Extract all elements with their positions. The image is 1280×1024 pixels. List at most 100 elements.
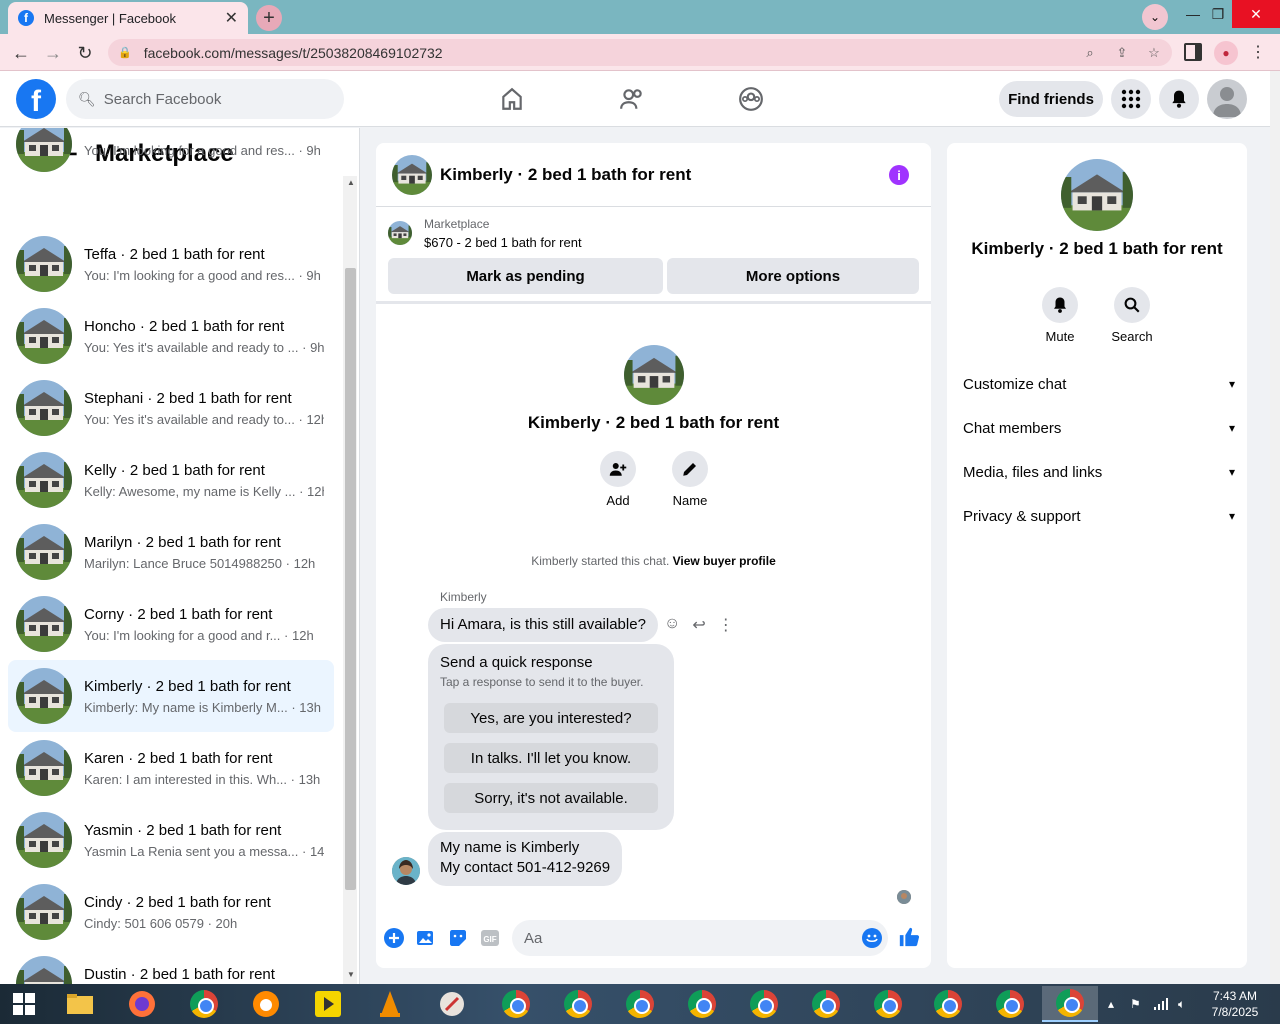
conversation-item[interactable]: You: I'm looking for a good and res... ·… xyxy=(8,128,334,200)
conversation-item[interactable]: Stephani · 2 bed 1 bath for rent You: Yes… xyxy=(8,372,334,444)
chrome-profile-2-icon[interactable] xyxy=(550,986,606,1022)
thumbs-up-icon[interactable] xyxy=(897,925,921,949)
name-chat-button[interactable]: Name xyxy=(660,451,720,508)
back-arrow-icon[interactable]: ← xyxy=(8,40,34,66)
emoji-icon[interactable] xyxy=(862,928,882,952)
file-explorer-icon[interactable] xyxy=(52,986,108,1022)
volume-icon[interactable]: 🔈︎ xyxy=(1178,984,1185,1024)
find-friends-button[interactable]: Find friends xyxy=(999,81,1103,117)
url-input[interactable]: 🔒 facebook.com/messages/t/25038208469102… xyxy=(108,39,1172,66)
groups-icon[interactable] xyxy=(735,83,767,115)
preview-sep: · xyxy=(287,699,300,715)
mark-as-pending-button[interactable]: Mark as pending xyxy=(388,258,663,294)
menu-grid-icon[interactable] xyxy=(1111,79,1151,119)
chrome-taskbar-icon[interactable] xyxy=(176,986,232,1022)
browser-tab[interactable]: f Messenger | Facebook ✕ xyxy=(8,2,248,34)
conversation-item[interactable]: Kelly · 2 bed 1 bath for rent Kelly: Awes… xyxy=(8,444,334,516)
message-bubble-contact[interactable]: My name is Kimberly My contact 501-412-9… xyxy=(428,832,623,886)
conversation-item[interactable]: Teffa · 2 bed 1 bath for rent You: I'm lo… xyxy=(8,228,334,300)
facebook-logo-icon[interactable]: f xyxy=(16,79,56,119)
add-people-button[interactable]: Add xyxy=(588,451,648,508)
account-avatar[interactable] xyxy=(1207,79,1247,119)
sticker-icon[interactable] xyxy=(447,927,469,949)
message-input[interactable]: Aa xyxy=(512,920,888,956)
more-options-button[interactable]: More options xyxy=(667,258,919,294)
browser-menu-icon[interactable]: ⋮ xyxy=(1250,42,1266,62)
quick-response-yes[interactable]: Yes, are you interested? xyxy=(444,703,658,733)
gif-icon[interactable]: GIF xyxy=(479,927,501,949)
conversation-item[interactable]: Honcho · 2 bed 1 bath for rent You: Yes i… xyxy=(8,300,334,372)
network-signal-icon[interactable] xyxy=(1154,984,1168,1024)
friends-icon[interactable] xyxy=(616,83,648,115)
chrome-profile-7-icon[interactable] xyxy=(860,986,916,1022)
listing-price[interactable]: $670 - 2 bed 1 bath for rent xyxy=(424,235,582,250)
share-icon[interactable]: ⇪ xyxy=(1110,39,1134,66)
sidebar-scroll-thumb[interactable] xyxy=(345,268,356,890)
customize-chat-section[interactable]: Customize chat ▾ xyxy=(963,364,1235,404)
chrome-profile-3-icon[interactable] xyxy=(612,986,668,1022)
zoom-icon[interactable]: ⌕ xyxy=(1078,39,1102,66)
chrome-profile-4-icon[interactable] xyxy=(674,986,730,1022)
bookmark-star-icon[interactable]: ☆ xyxy=(1142,39,1166,66)
conversation-item[interactable]: Kimberly · 2 bed 1 bath for rent Kimberly… xyxy=(8,660,334,732)
quick-response-not-available[interactable]: Sorry, it's not available. xyxy=(444,783,658,813)
quick-response-in-talks[interactable]: In talks. I'll let you know. xyxy=(444,743,658,773)
action-center-flag-icon[interactable]: ⚑ xyxy=(1130,984,1141,1024)
preview-time: 13h xyxy=(299,699,321,715)
conversation-item[interactable]: Karen · 2 bed 1 bath for rent Karen: I am… xyxy=(8,732,334,804)
preview-text: You: I'm looking for a good and r... xyxy=(84,627,281,643)
conversation-item[interactable]: Corny · 2 bed 1 bath for rent You: I'm lo… xyxy=(8,588,334,660)
plus-circle-icon[interactable] xyxy=(383,927,405,949)
profile-icon[interactable]: ● xyxy=(1214,41,1238,65)
restore-button[interactable]: ❐ xyxy=(1200,0,1236,28)
media-files-links-section[interactable]: Media, files and links ▾ xyxy=(963,452,1235,492)
chrome-profile-5-icon[interactable] xyxy=(736,986,792,1022)
scroll-up-icon[interactable]: ▲ xyxy=(347,178,355,187)
chat-title[interactable]: Kimberly · 2 bed 1 bath for rent xyxy=(440,165,691,185)
notifications-bell-icon[interactable] xyxy=(1159,79,1199,119)
view-buyer-profile-link[interactable]: View buyer profile xyxy=(673,554,776,568)
page-scrollbar[interactable] xyxy=(1270,71,1280,984)
reload-icon[interactable]: ↻ xyxy=(72,40,98,66)
windows-start-icon[interactable] xyxy=(0,986,48,1022)
system-clock[interactable]: 7:43 AM 7/8/2025 xyxy=(1205,988,1265,1020)
vlc-icon[interactable] xyxy=(362,986,418,1022)
info-icon[interactable]: i xyxy=(889,165,909,185)
show-hidden-icons-icon[interactable]: ▴ xyxy=(1108,984,1114,1024)
search-input[interactable]: 🔍︎ Search Facebook xyxy=(66,79,344,119)
conversation-item[interactable]: Yasmin · 2 bed 1 bath for rent Yasmin La … xyxy=(8,804,334,876)
chat-avatar[interactable] xyxy=(392,155,432,195)
firefox-icon[interactable] xyxy=(114,986,170,1022)
tab-search-button[interactable]: ⌄ xyxy=(1142,4,1168,30)
search-in-conversation-button[interactable]: Search xyxy=(1102,287,1162,344)
conversation-item[interactable]: Marilyn · 2 bed 1 bath for rent Marilyn: … xyxy=(8,516,334,588)
conversation-item[interactable]: Dustin · 2 bed 1 bath for rentYou: ok so… xyxy=(8,948,334,984)
more-actions-icon[interactable]: ⋮ xyxy=(718,615,734,635)
privacy-support-section[interactable]: Privacy & support ▾ xyxy=(963,496,1235,536)
chrome-profile-8-icon[interactable] xyxy=(920,986,976,1022)
chat-members-section[interactable]: Chat members ▾ xyxy=(963,408,1235,448)
conversation-name: Teffa · 2 bed 1 bath for rent xyxy=(84,245,265,263)
mute-button[interactable]: Mute xyxy=(1030,287,1090,344)
forward-arrow-icon[interactable]: → xyxy=(40,40,66,66)
scroll-down-icon[interactable]: ▼ xyxy=(347,970,355,979)
sender-avatar[interactable] xyxy=(392,857,420,885)
photo-icon[interactable] xyxy=(415,927,437,949)
listing-thumbnail[interactable] xyxy=(388,221,412,245)
tab-close-icon[interactable]: ✕ xyxy=(225,8,238,28)
new-tab-button[interactable]: + xyxy=(256,5,282,31)
chrome-profile-1-icon[interactable] xyxy=(488,986,544,1022)
chrome-profile-6-icon[interactable] xyxy=(798,986,854,1022)
react-emoji-icon[interactable]: ☺ xyxy=(664,615,680,635)
chrome-active-window-icon[interactable] xyxy=(1042,986,1098,1022)
uc-browser-icon[interactable] xyxy=(238,986,294,1022)
home-icon[interactable] xyxy=(496,83,528,115)
reply-icon[interactable]: ↩ xyxy=(692,615,705,635)
side-panel-icon[interactable] xyxy=(1184,43,1202,61)
chrome-profile-9-icon[interactable] xyxy=(982,986,1038,1022)
window-close-button[interactable]: ✕ xyxy=(1232,0,1280,28)
app-icon[interactable] xyxy=(424,986,480,1022)
conversation-item[interactable]: Cindy · 2 bed 1 bath for rent Cindy: 501 … xyxy=(8,876,334,948)
message-bubble[interactable]: Hi Amara, is this still available? xyxy=(428,608,658,642)
media-player-icon[interactable] xyxy=(300,986,356,1022)
